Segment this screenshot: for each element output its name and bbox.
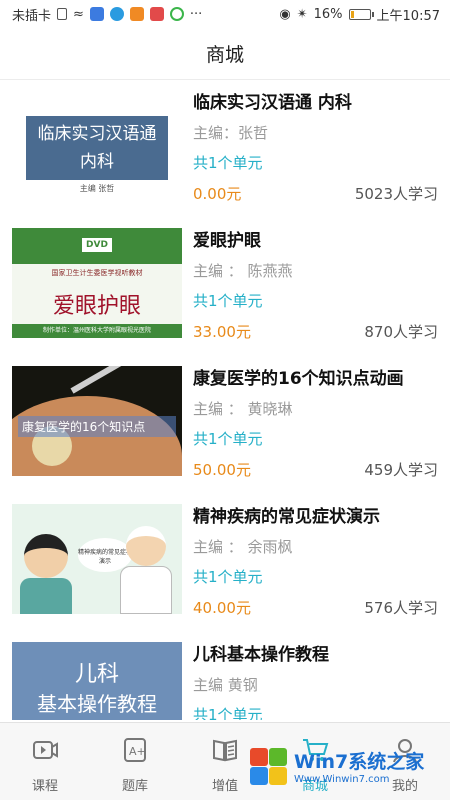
status-right: ◉ ✴ 16% 上午10:57 [279, 5, 440, 24]
nav-label: 增值 [211, 779, 238, 794]
carrier-text: 未插卡 [12, 8, 52, 24]
course-units: 共1个单元 [193, 154, 263, 172]
course-editor: 主编 黄钢 [193, 676, 258, 694]
course-info: 爱眼护眼 主编 ： 陈燕燕 共1个单元 33.00元 870人学习 [193, 226, 438, 348]
course-title[interactable]: 临床实习汉语通 内科 [193, 88, 438, 118]
course-editor: 主编 ： 陈燕燕 [193, 262, 293, 280]
more-notifications: ··· [189, 6, 203, 22]
course-thumbnail[interactable]: 精神疾病的常见症状演示 [12, 504, 182, 614]
wifi-icon: ≈ [73, 6, 84, 22]
course-units: 共1个单元 [193, 568, 263, 586]
course-learners: 459人学习 [364, 461, 438, 479]
course-thumbnail[interactable]: 临床实习汉语通 内科 主编 张哲 [12, 90, 182, 200]
app-notification-icon-3 [129, 7, 144, 21]
course-item[interactable]: 临床实习汉语通 内科 主编 张哲 临床实习汉语通 内科 主编：张哲 共1个单元 … [0, 80, 450, 218]
course-item[interactable]: 精神疾病的常见症状演示 精神疾病的常见症状演示 主编 ： 余雨枫 共1个单元 4… [0, 494, 450, 632]
course-meta: 0.00元 5023人学习 [193, 178, 438, 210]
windows-logo-icon [248, 746, 288, 786]
thumbnail-subtitle: 基本操作教程 [37, 692, 157, 716]
app-header: 商城 [0, 28, 450, 80]
course-learners: 576人学习 [364, 599, 438, 617]
svg-text:A+: A+ [129, 745, 146, 758]
battery-icon [348, 8, 374, 20]
app-notification-icon-4 [149, 7, 164, 21]
course-price: 50.00元 [193, 461, 251, 479]
course-editor: 主编：张哲 [193, 124, 269, 142]
syringe-illustration [70, 366, 169, 394]
book-icon [210, 735, 240, 765]
thumbnail-subtitle: 内科 [80, 152, 114, 172]
course-thumbnail[interactable]: DVD 国家卫生计生委医学视听教材 爱眼护眼 制作单位：温州医科大学附属眼视光医… [12, 228, 182, 338]
course-list[interactable]: 临床实习汉语通 内科 主编 张哲 临床实习汉语通 内科 主编：张哲 共1个单元 … [0, 80, 450, 720]
doctor-body-illustration [120, 566, 172, 614]
course-title[interactable]: 儿科基本操作教程 [193, 640, 438, 670]
status-left: 未插卡 ≈ ··· [12, 5, 202, 24]
course-thumbnail[interactable]: 儿科 基本操作教程 [12, 642, 182, 720]
course-title[interactable]: 精神疾病的常见症状演示 [193, 502, 438, 532]
course-learners: 870人学习 [364, 323, 438, 341]
nav-label: 题库 [121, 779, 148, 794]
course-info: 临床实习汉语通 内科 主编：张哲 共1个单元 0.00元 5023人学习 [193, 88, 438, 210]
app-notification-icon-2 [109, 7, 124, 21]
course-meta: 33.00元 870人学习 [193, 316, 438, 348]
course-meta: 40.00元 576人学习 [193, 592, 438, 624]
course-info: 精神疾病的常见症状演示 主编 ： 余雨枫 共1个单元 40.00元 576人学习 [193, 502, 438, 624]
course-price: 0.00元 [193, 185, 242, 203]
doctor-illustration [126, 526, 166, 566]
dvd-badge: DVD [82, 238, 112, 252]
course-units: 共1个单元 [193, 706, 263, 720]
course-price: 33.00元 [193, 323, 251, 341]
course-info: 儿科基本操作教程 主编 黄钢 共1个单元 [193, 640, 438, 720]
app-notification-icon [89, 7, 104, 21]
thumbnail-banner: 临床实习汉语通 内科 [26, 116, 168, 180]
thumbnail-title: 儿科 [74, 662, 119, 687]
patient-illustration [24, 534, 68, 578]
course-title[interactable]: 康复医学的16个知识点动画 [193, 364, 438, 394]
nav-item-question-bank[interactable]: A+ 题库 [90, 723, 180, 800]
clock: 上午10:57 [376, 8, 440, 24]
sim-icon [57, 8, 68, 20]
thumbnail-title: 临床实习汉语通 [37, 124, 157, 144]
course-thumbnail[interactable]: 康复医学的16个知识点 [12, 366, 182, 476]
course-info: 康复医学的16个知识点动画 主编 ： 黄晓琳 共1个单元 50.00元 459人… [193, 364, 438, 486]
course-meta: 50.00元 459人学习 [193, 454, 438, 486]
course-units: 共1个单元 [193, 292, 263, 310]
course-title[interactable]: 爱眼护眼 [193, 226, 438, 256]
course-learners: 5023人学习 [354, 185, 438, 203]
eye-icon: ◉ [279, 6, 291, 22]
thumbnail-title: 爱眼护眼 [52, 294, 141, 319]
app-notification-icon-5 [169, 7, 184, 21]
course-item[interactable]: 康复医学的16个知识点 康复医学的16个知识点动画 主编 ： 黄晓琳 共1个单元… [0, 356, 450, 494]
battery-fill [350, 10, 354, 18]
thumbnail-editor: 主编 张哲 [79, 184, 115, 193]
thumbnail-publisher: 国家卫生计生委医学视听教材 [51, 269, 143, 277]
thumbnail-title: 康复医学的16个知识点 [18, 416, 176, 437]
course-item[interactable]: 儿科 基本操作教程 儿科基本操作教程 主编 黄钢 共1个单元 [0, 632, 450, 720]
patient-body-illustration [20, 578, 72, 614]
thumbnail-footer: 制作单位：温州医科大学附属眼视光医院 [12, 324, 182, 338]
status-bar: 未插卡 ≈ ··· ◉ ✴ 16% 上午10:57 [0, 0, 450, 28]
course-editor: 主编 ： 余雨枫 [193, 538, 293, 556]
watermark-url: Www.Winwin7.com [294, 774, 390, 785]
course-price: 40.00元 [193, 599, 251, 617]
watermark: Win7系统之家 Www.Winwin7.com [248, 738, 448, 794]
watermark-main: Win7系统之家 [294, 751, 425, 773]
watermark-text: Win7系统之家 Www.Winwin7.com [294, 747, 424, 785]
course-editor: 主编 ： 黄晓琳 [193, 400, 293, 418]
nav-label: 课程 [31, 779, 58, 794]
bluetooth-icon: ✴ [296, 6, 308, 22]
course-item[interactable]: DVD 国家卫生计生委医学视听教材 爱眼护眼 制作单位：温州医科大学附属眼视光医… [0, 218, 450, 356]
course-units: 共1个单元 [193, 430, 263, 448]
page-title: 商城 [205, 44, 244, 66]
battery-percent: 16% [313, 6, 343, 22]
nav-item-course[interactable]: 课程 [0, 723, 90, 800]
course-icon [30, 735, 60, 765]
question-bank-icon: A+ [120, 735, 150, 765]
